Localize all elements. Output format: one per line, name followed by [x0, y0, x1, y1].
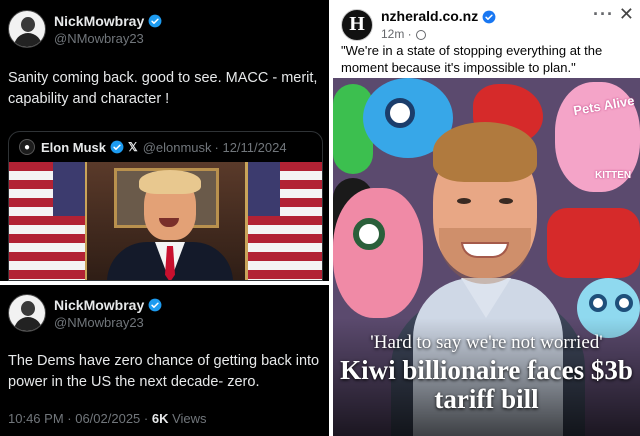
headline: Kiwi billionaire faces $3b tariff bill [340, 355, 633, 414]
quoted-date: · 12/11/2024 [214, 139, 287, 155]
quoted-tweet[interactable]: ● Elon Musk 𝕏 @elonmusk · 12/11/2024 [8, 131, 323, 281]
us-flag-right [246, 162, 322, 280]
x-logo-icon: 𝕏 [128, 140, 138, 154]
facebook-post: H nzherald.co.nz 12m · ··· ✕ "We're in a… [333, 0, 640, 436]
tweet2-handle[interactable]: @NMowbray23 [54, 315, 162, 331]
quoted-avatar[interactable]: ● [19, 139, 35, 155]
nz-post-header: H nzherald.co.nz 12m · [341, 7, 496, 42]
x-posts-panel: NickMowbray @NMowbray23 Sanity coming ba… [0, 0, 329, 436]
close-icon[interactable]: ✕ [619, 4, 634, 25]
quoted-display-name[interactable]: Elon Musk [41, 140, 106, 155]
panel-divider [0, 281, 329, 285]
quoted-tweet-header: ● Elon Musk 𝕏 @elonmusk · 12/11/2024 [9, 132, 322, 162]
toy-label: KITTEN [595, 170, 632, 181]
verified-badge-icon [110, 140, 124, 154]
tweet2-date: · 06/02/2025 · [67, 411, 149, 426]
us-flag-left [9, 162, 87, 280]
tweet1-text: Sanity coming back. good to see. MACC - … [8, 70, 318, 107]
tweet2-views-count: 6K [151, 411, 169, 426]
post-time[interactable]: 12m · [381, 27, 412, 42]
headline-kicker: 'Hard to say we're not worried' [370, 332, 603, 353]
post-caption: "We're in a state of stopping everything… [341, 43, 603, 75]
globe-icon [415, 29, 426, 40]
verified-badge-icon [148, 14, 162, 28]
tweet2-time[interactable]: 10:46 PM [8, 411, 64, 426]
avatar[interactable] [8, 294, 46, 332]
page-name[interactable]: nzherald.co.nz [381, 8, 478, 26]
quoted-handle[interactable]: @elonmusk [143, 140, 212, 155]
tweet2-views-label: Views [172, 411, 207, 426]
nzherald-logo[interactable]: H [341, 8, 373, 41]
tweet2-header: NickMowbray @NMowbray23 [8, 294, 162, 332]
tweet2-display-name[interactable]: NickMowbray [54, 297, 144, 314]
post-image[interactable]: Pets Alive KITTEN 'Hard to say we're not… [333, 78, 640, 436]
tweet2-text: The Dems have zero chance of getting bac… [8, 353, 320, 390]
tweet2-meta: 10:46 PM · 06/02/2025 · 6K Views [8, 411, 207, 426]
more-icon[interactable]: ··· [593, 4, 614, 25]
tweet1-header: NickMowbray @NMowbray23 [8, 10, 162, 48]
verified-badge-icon [482, 10, 496, 24]
tweet1-handle[interactable]: @NMowbray23 [54, 31, 162, 47]
tweet1-display-name[interactable]: NickMowbray [54, 13, 144, 30]
verified-badge-icon [148, 298, 162, 312]
quoted-video[interactable] [9, 162, 322, 280]
avatar[interactable] [8, 10, 46, 48]
